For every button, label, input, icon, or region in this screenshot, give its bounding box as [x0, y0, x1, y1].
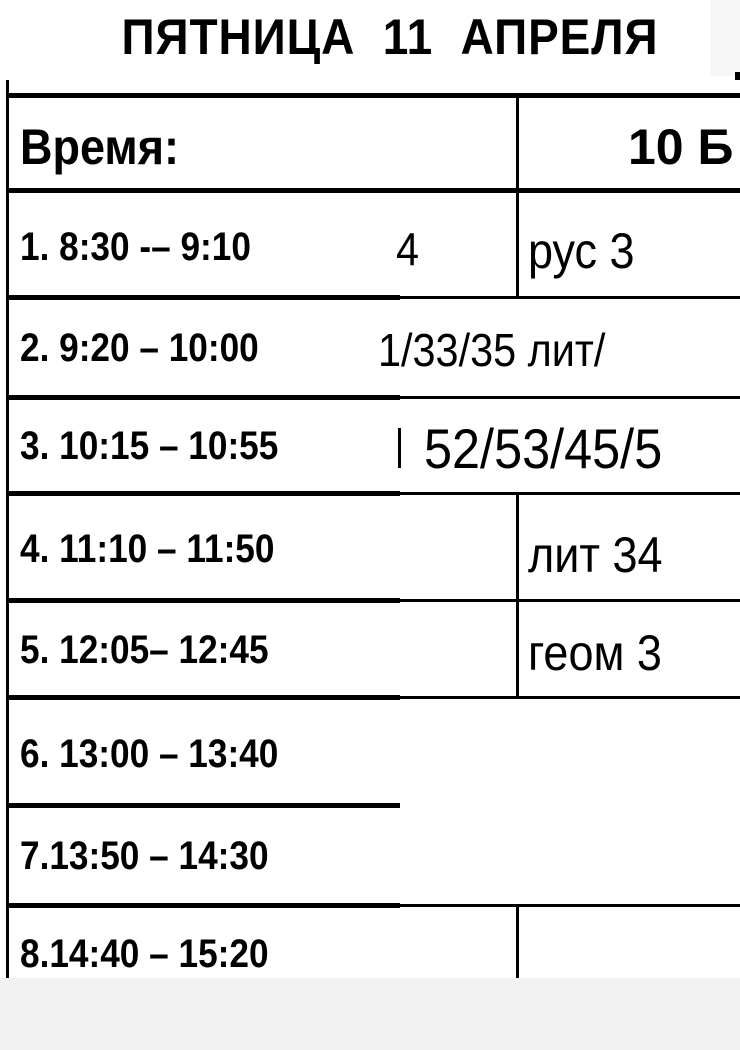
- row-divider: [400, 492, 740, 495]
- row-divider: [6, 903, 400, 908]
- lesson-cell: геом 3: [528, 625, 662, 681]
- cell-fragment: 4: [396, 223, 420, 275]
- row-divider: [6, 695, 400, 700]
- header-divider: [6, 188, 740, 193]
- time-column-header: Время:: [20, 119, 179, 175]
- stray-mark: [735, 72, 740, 80]
- table-left-border: [6, 80, 9, 978]
- lesson-time: 3. 10:15 – 10:55: [20, 424, 279, 468]
- cropped-edge: [710, 0, 740, 76]
- row-divider: [400, 296, 740, 299]
- lesson-time: 6. 13:00 – 13:40: [20, 732, 279, 776]
- background-area: [0, 978, 740, 1050]
- lesson-time: 5. 12:05– 12:45: [20, 628, 269, 672]
- row-divider: [6, 295, 400, 300]
- lesson-time: 8.14:40 – 15:20: [20, 932, 269, 976]
- row-divider: [400, 599, 740, 602]
- lesson-cell: лит 34: [528, 527, 663, 583]
- row-divider: [6, 491, 400, 496]
- lesson-time: 2. 9:20 – 10:00: [20, 326, 259, 370]
- row-divider: [6, 598, 400, 603]
- column-divider: [516, 494, 519, 697]
- column-divider: [516, 96, 519, 298]
- column-divider: [516, 906, 519, 978]
- lesson-cell: 1/33/35 лит/: [378, 324, 606, 376]
- lesson-cell: рус 3: [528, 223, 635, 279]
- row-divider: [6, 395, 400, 400]
- lesson-time: 4. 11:10 – 11:50: [20, 527, 275, 571]
- row-divider: [6, 803, 400, 808]
- lesson-time: 7.13:50 – 14:30: [20, 834, 269, 878]
- clipped-glyph: [398, 428, 401, 468]
- page-title: ПЯТНИЦА 11 АПРЕЛЯ: [121, 9, 659, 65]
- table-top-border: [6, 93, 740, 98]
- row-divider: [400, 904, 740, 907]
- lesson-cell: 52/53/45/5: [424, 417, 663, 480]
- lesson-time: 1. 8:30 -– 9:10: [20, 225, 251, 269]
- row-divider: [400, 396, 740, 399]
- row-divider: [400, 696, 740, 699]
- class-column-header: 10 Б: [628, 119, 734, 175]
